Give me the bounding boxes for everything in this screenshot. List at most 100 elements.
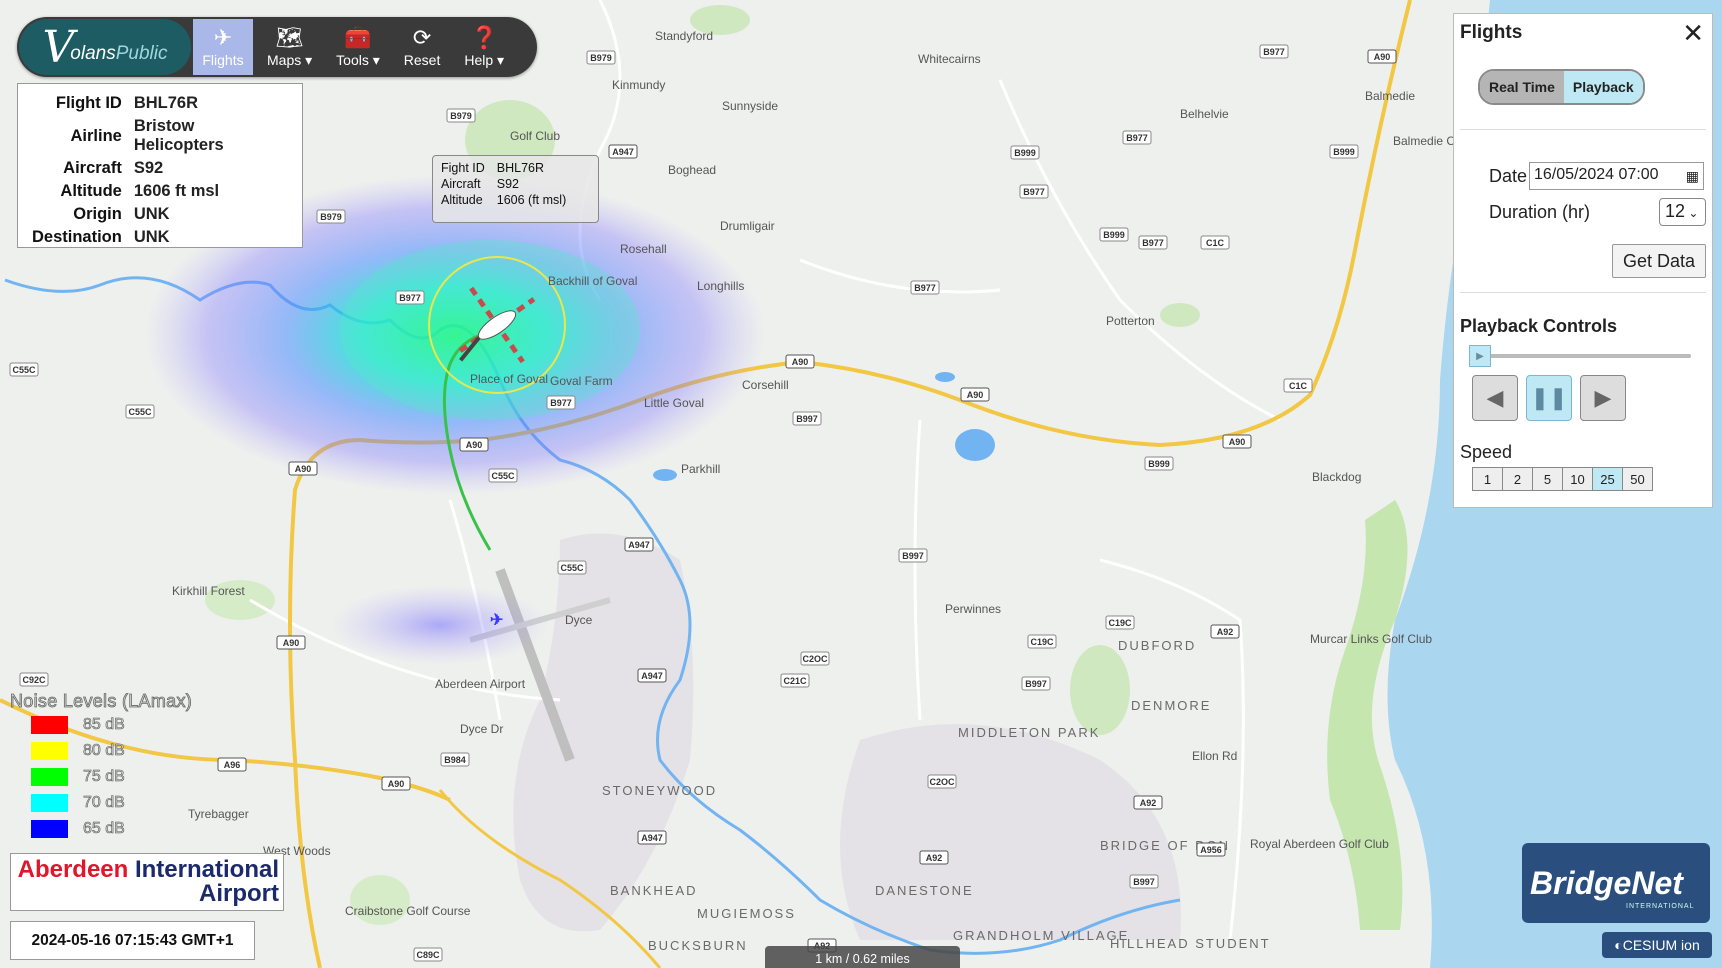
road-badge: B984 — [440, 752, 470, 767]
duration-select[interactable]: 12 ⌄ — [1659, 198, 1706, 226]
svg-text:C19C: C19C — [1030, 637, 1054, 647]
map-place-label: Tyrebagger — [188, 807, 249, 821]
road-badge: B977 — [1122, 130, 1152, 145]
road-badge: B979 — [586, 50, 616, 65]
road-badge: C55C — [9, 362, 39, 377]
road-badge: A90 — [459, 437, 489, 452]
svg-text:A947: A947 — [641, 833, 663, 843]
playback-slider-thumb[interactable]: ▶ — [1469, 345, 1491, 367]
svg-text:B999: B999 — [1148, 459, 1170, 469]
map-place-label: Ellon Rd — [1192, 749, 1237, 763]
map-place-label: Longhills — [697, 279, 744, 293]
speed-option[interactable]: 50 — [1623, 468, 1652, 490]
road-badge: B977 — [910, 280, 940, 295]
svg-text:A92: A92 — [1140, 798, 1157, 808]
flight-info-row: Origin UNK — [73, 205, 170, 223]
svg-text:A947: A947 — [641, 671, 663, 681]
playback-slider-track[interactable] — [1476, 354, 1691, 358]
svg-text:B997: B997 — [902, 551, 924, 561]
flight-info-row: Destination UNK — [32, 228, 170, 246]
date-input[interactable]: 16/05/2024 07:00 ▦ — [1529, 162, 1704, 190]
svg-text:A90: A90 — [1374, 52, 1391, 62]
svg-text:B999: B999 — [1103, 230, 1125, 240]
svg-text:B997: B997 — [796, 414, 818, 424]
toolbox-icon: 🧰 — [344, 24, 372, 50]
close-icon[interactable]: ✕ — [1682, 18, 1704, 49]
calendar-icon[interactable]: ▦ — [1686, 168, 1699, 185]
playback-button[interactable]: Playback — [1563, 71, 1643, 103]
help-icon: ❓ — [470, 24, 498, 50]
pause-icon: ❚❚ — [1530, 385, 1568, 410]
road-badge: B997 — [1129, 874, 1159, 889]
map-district-label: DANESTONE — [875, 883, 974, 898]
road-badge: A947 — [624, 537, 654, 552]
map-place-label: Place of Goval — [470, 372, 548, 386]
svg-text:C89C: C89C — [416, 950, 440, 960]
speed-option[interactable]: 5 — [1533, 468, 1563, 490]
map-icon: 🗺 — [275, 24, 304, 50]
step-back-button[interactable]: ◀ — [1472, 375, 1518, 421]
road-badge: A956 — [1196, 842, 1226, 857]
flight-popup[interactable]: Fight ID BHL76R Aircraft S92 Altitude 1606 … — [432, 155, 599, 223]
svg-text:A96: A96 — [224, 760, 241, 770]
svg-text:A956: A956 — [1200, 845, 1222, 855]
svg-text:C55C: C55C — [491, 471, 515, 481]
svg-text:B997: B997 — [1025, 679, 1047, 689]
road-badge: C19C — [1027, 634, 1057, 649]
cesium-ion-logo[interactable]: ◐ CESIUM ion — [1602, 932, 1712, 958]
road-badge: B999 — [1144, 456, 1174, 471]
map-place-label: Corsehill — [742, 378, 789, 392]
play-back-icon: ◀ — [1486, 385, 1504, 410]
road-badge: B977 — [546, 395, 576, 410]
noise-legend-row: 80 dB — [10, 738, 192, 764]
pause-button[interactable]: ❚❚ — [1526, 375, 1572, 421]
road-badge: C19C — [1105, 615, 1135, 630]
road-badge: A92 — [1133, 795, 1163, 810]
maps-button[interactable]: 🗺 Maps ▾ — [255, 17, 324, 77]
road-badge: A90 — [785, 354, 815, 369]
map-place-label: Sunnyside — [722, 99, 778, 113]
svg-text:B979: B979 — [450, 111, 472, 121]
speed-option-selected[interactable]: 25 — [1593, 468, 1623, 490]
road-badge: C89C — [413, 947, 443, 962]
get-data-button[interactable]: Get Data — [1612, 244, 1706, 278]
svg-text:B977: B977 — [1023, 187, 1045, 197]
speed-selector: 1 2 5 10 25 50 — [1472, 467, 1653, 491]
road-badge: C21C — [780, 673, 810, 688]
speed-option[interactable]: 2 — [1503, 468, 1533, 490]
noise-swatch — [31, 794, 68, 812]
svg-text:C1C: C1C — [1206, 238, 1225, 248]
map-place-label: Boghead — [668, 163, 716, 177]
svg-text:B977: B977 — [399, 293, 421, 303]
popup-row: Altitude 1606 (ft msl) — [441, 193, 567, 207]
road-badge: A90 — [276, 635, 306, 650]
noise-level-label: 65 dB — [83, 820, 125, 838]
date-label: Date — [1489, 166, 1528, 186]
reset-button[interactable]: ⟳ Reset — [392, 17, 453, 77]
scale-bar: 1 km / 0.62 miles — [765, 946, 960, 968]
realtime-button[interactable]: Real Time — [1480, 71, 1564, 103]
noise-level-label: 85 dB — [83, 716, 125, 734]
main-toolbar: V olansPublic ✈ Flights 🗺 Maps ▾ 🧰 Tools… — [17, 17, 537, 77]
map-place-label: Kirkhill Forest — [172, 584, 245, 598]
flights-button[interactable]: ✈ Flights — [193, 19, 253, 75]
map-place-label: Standyford — [655, 29, 713, 43]
speed-option[interactable]: 10 — [1563, 468, 1593, 490]
map-district-label: MUGIEMOSS — [697, 906, 796, 921]
road-badge: B977 — [1259, 44, 1289, 59]
noise-legend-title: Noise Levels (LAmax) — [10, 691, 193, 712]
help-button[interactable]: ❓ Help ▾ — [452, 17, 516, 77]
map-district-label: BANKHEAD — [610, 883, 698, 898]
road-badge: B979 — [316, 209, 346, 224]
bridgenet-logo[interactable]: BridgeNet INTERNATIONAL — [1522, 843, 1710, 923]
map-place-label: Blackdog — [1312, 470, 1361, 484]
road-badge: B977 — [395, 290, 425, 305]
tools-button[interactable]: 🧰 Tools ▾ — [324, 17, 392, 77]
volans-public-logo[interactable]: V olansPublic — [19, 19, 191, 75]
svg-text:A947: A947 — [628, 540, 650, 550]
timestamp: 2024-05-16 07:15:43 GMT+1 — [10, 921, 255, 960]
map-place-label: Craibstone Golf Course — [345, 904, 471, 918]
speed-option[interactable]: 1 — [1473, 468, 1503, 490]
svg-text:B979: B979 — [590, 53, 612, 63]
step-forward-button[interactable]: ▶ — [1580, 375, 1626, 421]
